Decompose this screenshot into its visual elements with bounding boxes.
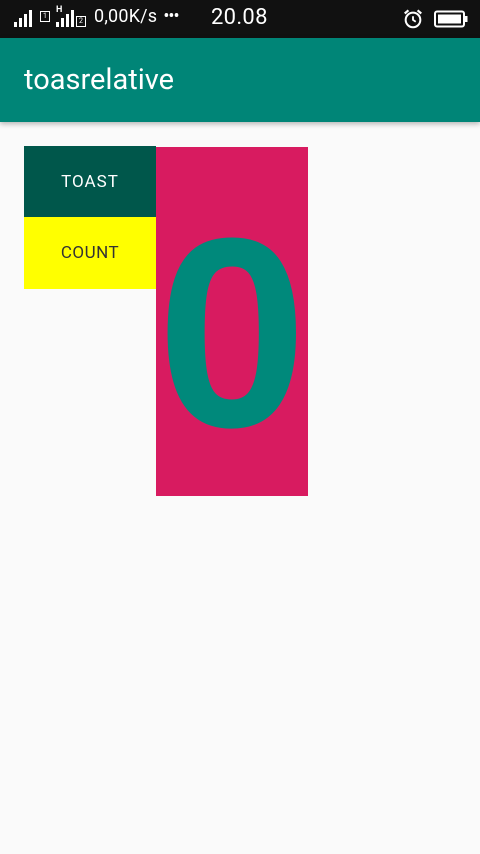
status-bar: 1 H 2 0,00K/s ••• 20.08 [0, 0, 480, 38]
status-right-group [402, 8, 468, 30]
sim1-badge: 1 [40, 11, 50, 22]
status-clock: 20.08 [211, 5, 268, 30]
status-left-group: 1 H 2 0,00K/s ••• [14, 4, 180, 27]
count-display: 0 [156, 147, 308, 496]
network-type-label: H [56, 4, 63, 15]
battery-icon [434, 10, 468, 28]
signal-icon [14, 7, 32, 27]
alarm-icon [404, 9, 422, 29]
toast-button[interactable]: Toast [24, 146, 156, 217]
more-notifications-icon: ••• [163, 6, 179, 27]
app-title: toasrelative [24, 63, 175, 97]
network-speed: 0,00K/s [94, 6, 158, 27]
sim2-signal-group: H 2 [56, 4, 86, 27]
sim2-badge: 2 [76, 15, 86, 27]
count-value: 0 [156, 183, 308, 484]
app-bar: toasrelative [0, 38, 480, 122]
count-button[interactable]: Count [24, 217, 156, 289]
